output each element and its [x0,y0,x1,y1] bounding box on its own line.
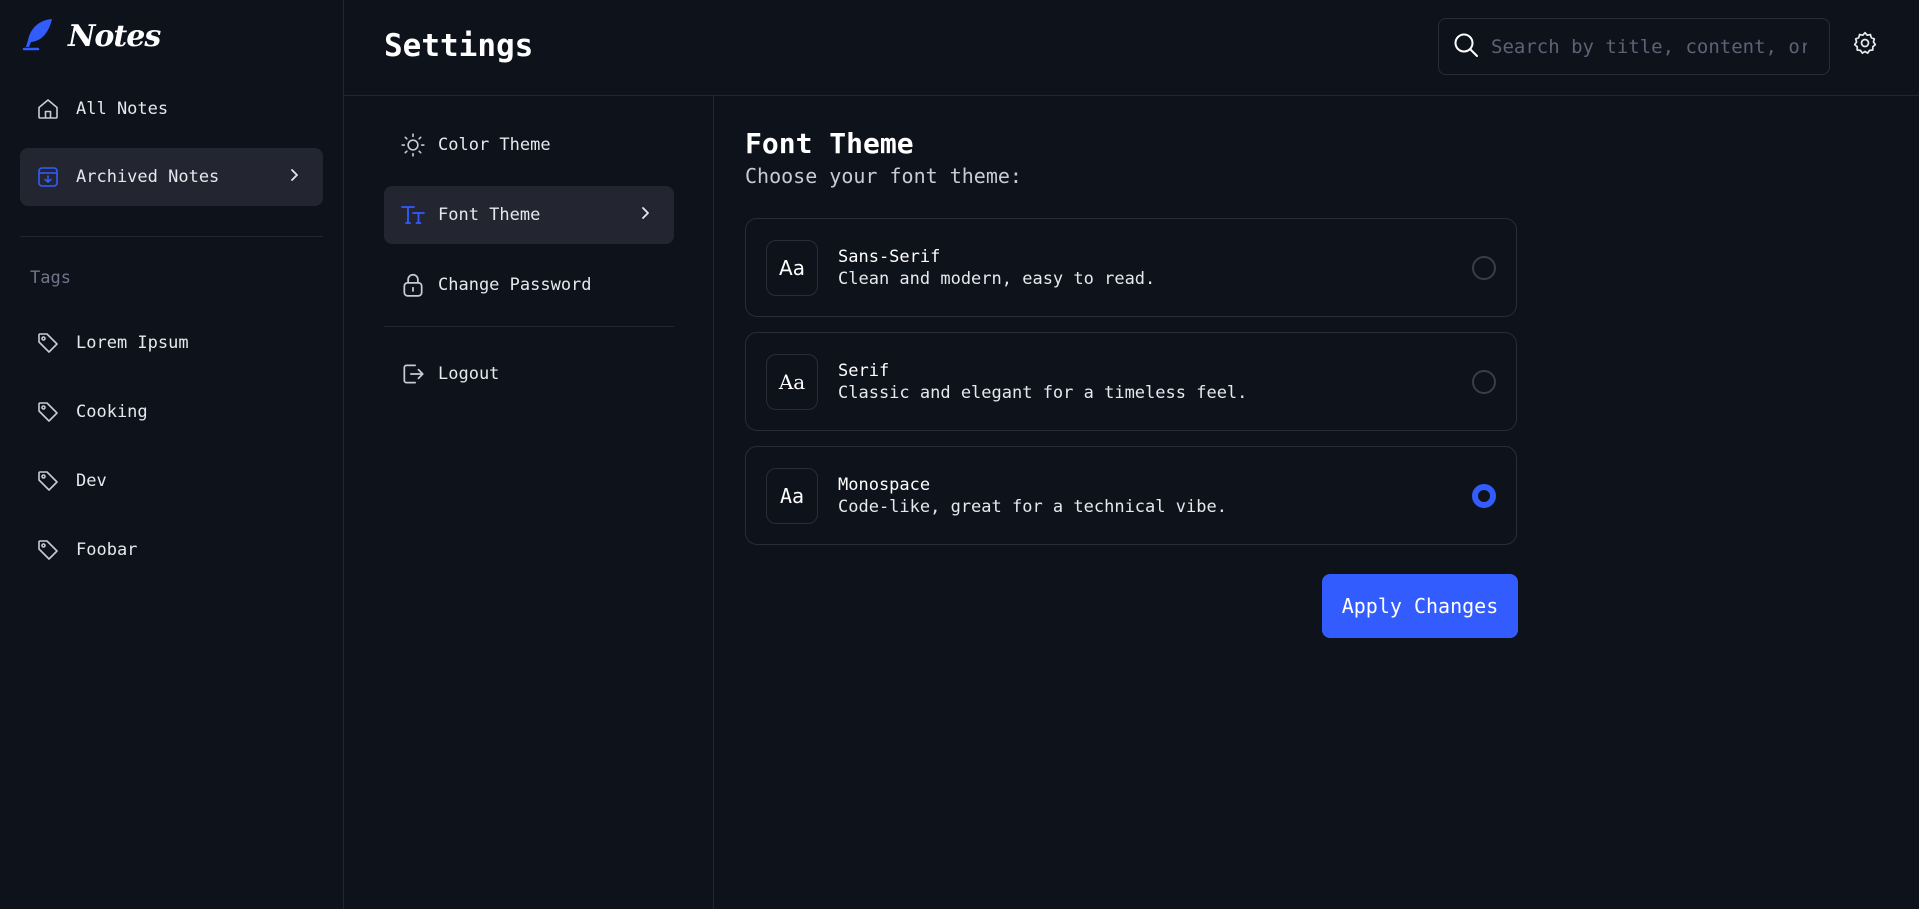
radio-button-selected[interactable] [1472,483,1496,508]
settings-menu-divider [384,326,674,327]
settings-item-font-theme[interactable]: Font Theme [384,186,674,244]
home-icon [36,97,60,121]
settings-item-label: Font Theme [438,205,541,225]
chevron-right-icon [287,167,301,187]
tag-icon [36,331,60,355]
section-title: Font Theme [745,127,914,160]
tag-item-lorem-ipsum[interactable]: Lorem Ipsum [20,314,323,372]
tag-label: Dev [76,471,107,491]
lock-icon [400,272,426,298]
font-icon [400,202,426,228]
page-title: Settings [384,28,534,64]
settings-menu-list: Color Theme Font Theme Change Password L… [384,116,674,415]
option-name: Sans-Serif [838,246,941,267]
tag-item-dev[interactable]: Dev [20,452,323,510]
search-input[interactable] [1489,34,1809,59]
logo-text: Notes [68,18,161,54]
tag-icon [36,538,60,562]
tag-label: Lorem Ipsum [76,333,189,353]
font-options: Aa Sans-Serif Clean and modern, easy to … [745,218,1517,545]
option-description: Code-like, great for a technical vibe. [838,496,1227,517]
settings-item-label: Color Theme [438,135,551,155]
settings-item-color-theme[interactable]: Color Theme [384,116,674,174]
font-preview-badge: Aa [766,239,818,296]
option-description: Clean and modern, easy to read. [838,268,1156,289]
sidebar-divider [20,236,323,237]
sidebar-item-label: All Notes [76,99,169,119]
font-option-monospace[interactable]: Aa Monospace Code-like, great for a tech… [745,446,1517,545]
radio-button[interactable] [1472,255,1496,280]
font-option-sans-serif[interactable]: Aa Sans-Serif Clean and modern, easy to … [745,218,1517,317]
search-box[interactable] [1438,18,1830,75]
tag-label: Foobar [76,540,138,560]
sidebar-item-archived-notes[interactable]: Archived Notes [20,148,323,206]
option-text: Monospace Code-like, great for a technic… [838,474,1227,518]
font-preview-badge: Aa [766,353,818,410]
option-name: Monospace [838,474,931,495]
sidebar-item-label: Archived Notes [76,167,220,187]
logout-icon [400,361,426,387]
section-subtitle: Choose your font theme: [745,164,1022,188]
search-icon [1453,32,1479,62]
settings-button[interactable] [1850,30,1880,60]
option-text: Serif Classic and elegant for a timeless… [838,360,1247,404]
tag-item-cooking[interactable]: Cooking [20,383,323,441]
font-preview-badge: Aa [766,467,818,524]
radio-button[interactable] [1472,369,1496,394]
archive-icon [36,165,60,189]
gear-icon [1852,30,1878,60]
tags-heading: Tags [30,268,71,288]
app-window: Notes All Notes Archived Notes Tags Lore… [0,0,1919,909]
tag-list: Lorem Ipsum Cooking Dev Foobar [20,314,323,590]
chevron-right-icon [638,205,652,225]
sidebar-nav: All Notes Archived Notes [20,80,323,216]
settings-item-logout[interactable]: Logout [384,345,674,403]
tag-item-foobar[interactable]: Foobar [20,521,323,579]
sidebar-item-all-notes[interactable]: All Notes [20,80,323,138]
settings-item-label: Change Password [438,275,592,295]
settings-menu: Color Theme Font Theme Change Password L… [344,96,714,909]
header: Settings [344,0,1919,96]
apply-changes-button[interactable]: Apply Changes [1322,574,1518,638]
sun-icon [400,132,426,158]
sidebar: Notes All Notes Archived Notes Tags Lore… [0,0,344,909]
font-theme-panel: Font Theme Choose your font theme: Aa Sa… [745,126,1518,638]
option-description: Classic and elegant for a timeless feel. [838,382,1248,403]
tag-label: Cooking [76,402,148,422]
logo[interactable]: Notes [20,16,161,56]
settings-item-change-password[interactable]: Change Password [384,256,674,314]
option-name: Serif [838,360,890,381]
settings-item-label: Logout [438,364,500,384]
option-text: Sans-Serif Clean and modern, easy to rea… [838,246,1155,290]
tag-icon [36,400,60,424]
feather-icon [20,16,56,56]
font-option-serif[interactable]: Aa Serif Classic and elegant for a timel… [745,332,1517,431]
tag-icon [36,469,60,493]
